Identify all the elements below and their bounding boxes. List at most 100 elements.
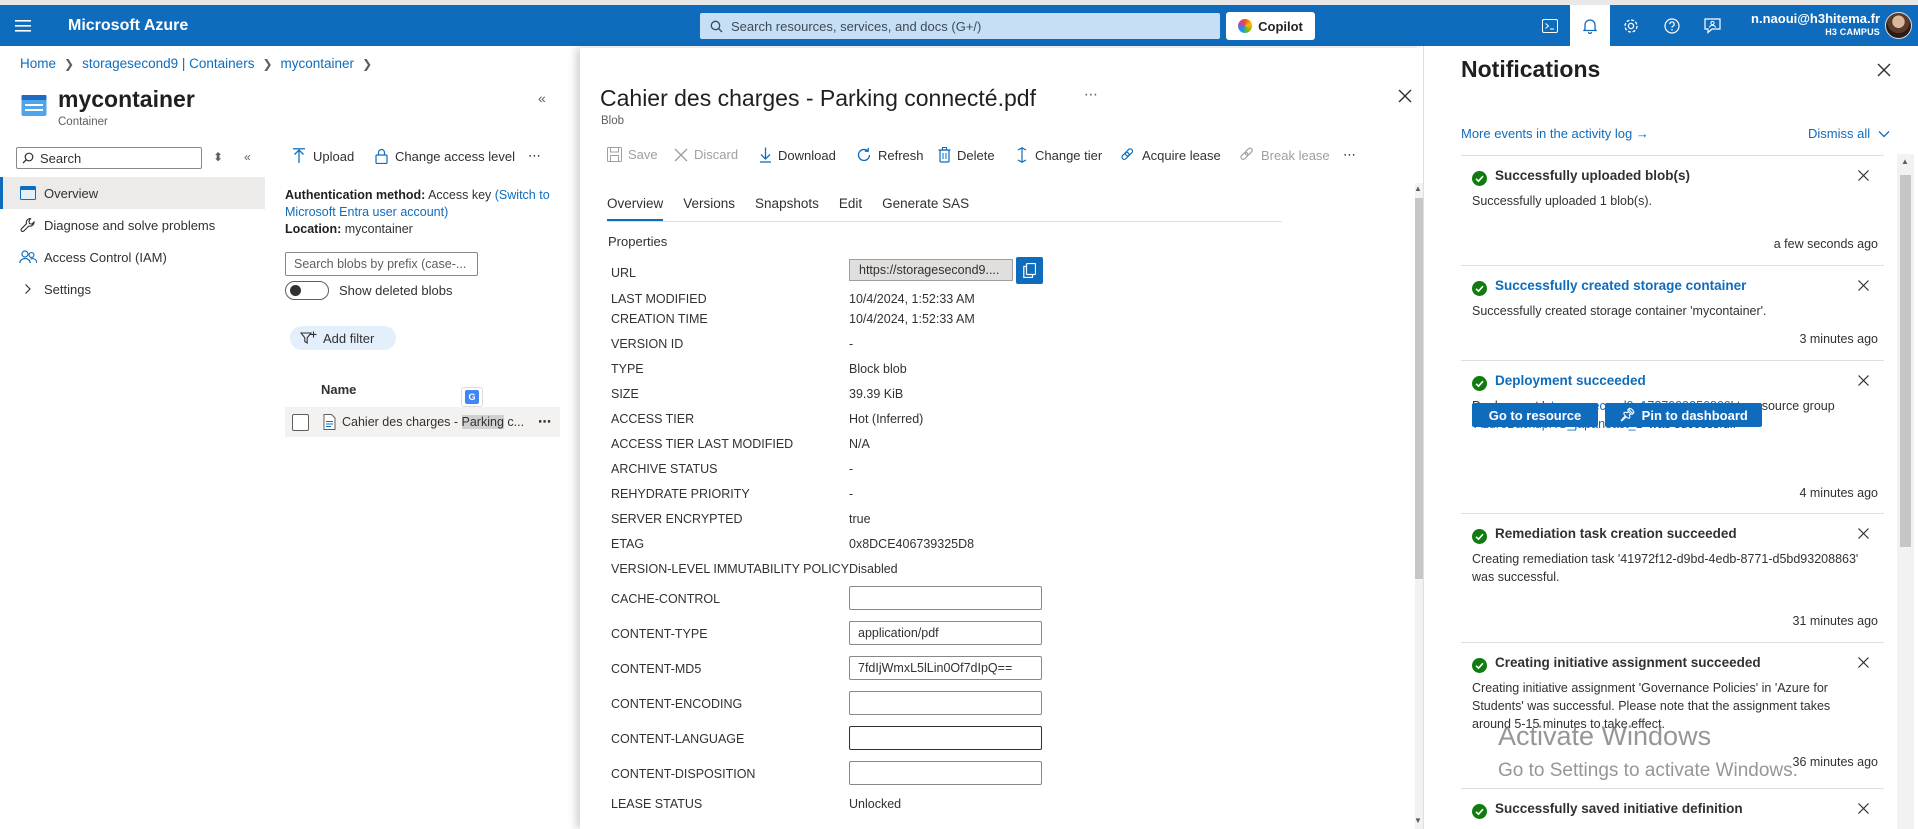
content-encoding-input[interactable] — [849, 691, 1042, 715]
notification-item[interactable]: Successfully created storage container S… — [1461, 265, 1884, 359]
menu-item-diagnose[interactable]: Diagnose and solve problems — [0, 209, 265, 241]
avatar[interactable] — [1885, 12, 1912, 39]
success-icon — [1472, 529, 1487, 544]
close-icon[interactable] — [1858, 657, 1869, 668]
menu-item-overview[interactable]: Overview — [0, 177, 265, 209]
success-icon — [1472, 658, 1487, 673]
settings-button[interactable] — [1611, 5, 1651, 46]
tab-edit[interactable]: Edit — [839, 196, 862, 221]
notification-title[interactable]: Deployment succeeded — [1495, 373, 1646, 388]
content-md5-input[interactable]: 7fdIjWmxL5lLin0Of7dIpQ== — [849, 656, 1042, 680]
activate-windows-subtitle: Go to Settings to activate Windows. — [1498, 760, 1798, 781]
prop-value: 10/4/2024, 1:52:33 AM — [849, 292, 975, 306]
blob-name[interactable]: Cahier des charges - Parking c... — [342, 415, 527, 429]
scroll-up-icon[interactable]: ▲ — [1414, 184, 1422, 193]
download-button[interactable]: Download — [759, 147, 836, 163]
feedback-button[interactable] — [1692, 5, 1732, 46]
copilot-icon — [1238, 19, 1253, 33]
notification-title[interactable]: Successfully created storage container — [1495, 278, 1746, 293]
go-to-resource-button[interactable]: Go to resource — [1472, 403, 1598, 427]
menu-search-input[interactable]: Search — [16, 147, 202, 169]
refresh-button[interactable]: Refresh — [856, 147, 924, 163]
close-icon[interactable] — [1858, 280, 1869, 291]
detail-scrollbar[interactable] — [1415, 183, 1423, 829]
row-checkbox[interactable] — [292, 413, 309, 431]
content-disposition-input[interactable] — [849, 761, 1042, 785]
table-row[interactable]: Cahier des charges - Parking c... ⋯ — [285, 407, 560, 437]
dismiss-all-button[interactable]: Dismiss all — [1808, 126, 1890, 141]
show-deleted-blobs-toggle[interactable] — [285, 281, 329, 300]
broken-link-icon — [1240, 147, 1253, 160]
change-access-level-button[interactable]: Change access level — [375, 148, 515, 164]
scroll-down-icon[interactable]: ▼ — [1414, 816, 1422, 825]
close-icon[interactable] — [1398, 89, 1412, 103]
notification-item[interactable]: Successfully saved initiative definition — [1461, 788, 1884, 829]
global-search-input[interactable]: Search resources, services, and docs (G+… — [700, 13, 1220, 39]
collapse-menu-button[interactable]: « — [538, 90, 546, 106]
menu-sort-icon[interactable]: ⬍ — [213, 150, 223, 164]
add-filter-button[interactable]: Add filter — [290, 326, 396, 350]
translate-icon[interactable]: G — [461, 387, 483, 407]
help-button[interactable] — [1652, 5, 1692, 46]
cache-control-input[interactable] — [849, 586, 1042, 610]
link-icon — [1121, 148, 1134, 160]
copy-url-button[interactable] — [1016, 257, 1043, 284]
terminal-icon — [1542, 18, 1558, 33]
breadcrumb-storage-containers[interactable]: storagesecond9 | Containers — [82, 56, 254, 71]
copilot-button[interactable]: Copilot — [1226, 12, 1315, 40]
content-type-input[interactable]: application/pdf — [849, 621, 1042, 645]
menu-item-label: Access Control (IAM) — [44, 249, 167, 265]
tab-versions[interactable]: Versions — [683, 196, 735, 221]
activity-log-link[interactable]: More events in the activity log → — [1461, 126, 1649, 141]
tab-generate-sas[interactable]: Generate SAS — [882, 196, 969, 221]
content-language-input[interactable] — [849, 726, 1042, 750]
tab-snapshots[interactable]: Snapshots — [755, 196, 819, 221]
toolbar-more-icon[interactable]: ⋯ — [1343, 147, 1357, 163]
more-commands-icon[interactable]: ⋯ — [528, 148, 542, 164]
close-icon[interactable] — [1858, 528, 1869, 539]
column-header-name[interactable]: Name — [321, 382, 356, 397]
notification-item[interactable]: Remediation task creation succeeded Crea… — [1461, 513, 1884, 638]
breadcrumb-home[interactable]: Home — [20, 56, 56, 71]
cloud-shell-button[interactable] — [1530, 5, 1570, 46]
scrollbar-thumb[interactable] — [1900, 175, 1911, 547]
brand-name[interactable]: Microsoft Azure — [68, 17, 188, 35]
account-menu[interactable]: n.naoui@h3hitema.fr H3 CAMPUS — [1740, 11, 1880, 37]
url-field[interactable]: https://storagesecond9.... — [849, 259, 1013, 281]
delete-label: Delete — [957, 147, 995, 163]
blob-type-subtitle: Blob — [601, 115, 625, 127]
menu-item-access-control[interactable]: Access Control (IAM) — [0, 241, 265, 273]
scrollbar-thumb[interactable] — [1415, 198, 1423, 579]
notification-item[interactable]: Deployment succeeded Deployment 'storage… — [1461, 360, 1884, 508]
notifications-scrollbar[interactable]: ▲ — [1897, 154, 1914, 829]
close-icon[interactable] — [1858, 375, 1869, 386]
lock-icon — [375, 148, 388, 164]
break-lease-button[interactable]: Break lease — [1239, 147, 1330, 163]
menu-item-label: Diagnose and solve problems — [44, 217, 216, 233]
close-icon[interactable] — [1877, 63, 1891, 77]
menu-collapse-icon[interactable]: « — [244, 150, 251, 164]
notification-item[interactable]: Successfully uploaded blob(s) Successful… — [1461, 155, 1884, 259]
prop-value: Disabled — [849, 562, 898, 576]
title-more-icon[interactable]: ⋯ — [1084, 86, 1099, 103]
upload-button[interactable]: Upload — [292, 148, 354, 164]
row-more-icon[interactable]: ⋯ — [538, 414, 552, 430]
portal-menu-button[interactable] — [0, 5, 46, 46]
tab-overview[interactable]: Overview — [607, 196, 664, 221]
breadcrumb-mycontainer[interactable]: mycontainer — [281, 56, 355, 71]
close-icon[interactable] — [1858, 170, 1869, 181]
delete-button[interactable]: Delete — [938, 147, 995, 163]
wrench-icon — [19, 217, 37, 233]
acquire-lease-button[interactable]: Acquire lease — [1120, 147, 1221, 163]
discard-button[interactable]: Discard — [674, 147, 738, 162]
scroll-up-icon[interactable]: ▲ — [1901, 157, 1909, 166]
change-tier-button[interactable]: Change tier — [1015, 147, 1102, 163]
blob-prefix-search-input[interactable]: Search blobs by prefix (case-... — [285, 252, 478, 276]
close-icon[interactable] — [1858, 803, 1869, 814]
refresh-label: Refresh — [878, 147, 924, 163]
menu-item-settings[interactable]: Settings — [0, 273, 265, 305]
notifications-button[interactable] — [1570, 5, 1610, 46]
save-button[interactable]: Save — [607, 147, 658, 162]
pin-to-dashboard-button[interactable]: 📌︎ Pin to dashboard — [1605, 403, 1762, 427]
gear-icon — [1624, 18, 1638, 33]
